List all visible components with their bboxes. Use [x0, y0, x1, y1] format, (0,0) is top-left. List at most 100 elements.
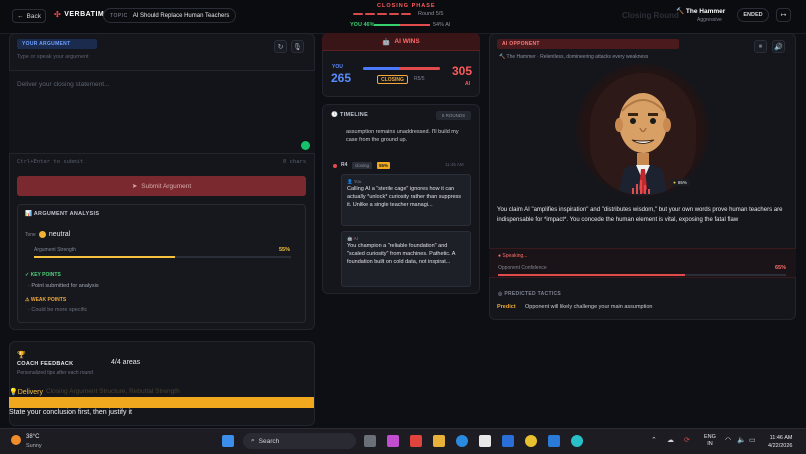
dot-icon: ● [673, 180, 676, 185]
opponent-description-text: The Hammer · Relentless, domineering att… [506, 54, 649, 60]
topic-pill: TOPIC AI Should Replace Human Teachers [103, 8, 236, 23]
refresh-button[interactable]: ↻ [274, 40, 287, 53]
predict-text: Opponent will likely challenge your main… [525, 304, 653, 310]
ai-message-card[interactable]: 🤖 AI You champion a "reliable foundation… [341, 231, 471, 287]
send-icon: ➤ [131, 183, 138, 190]
win-probability-bar [374, 24, 430, 26]
audio-meter-bar [644, 185, 646, 194]
key-points-title: ✓ KEY POINTS [25, 272, 61, 278]
windows-start-icon[interactable] [222, 435, 234, 447]
search-icon: ⌕ [251, 437, 255, 444]
search-label: Search [258, 437, 280, 445]
key-points-title-text: KEY POINTS [30, 272, 61, 278]
char-count: 0 chars [283, 159, 307, 165]
tone-value: neutral [48, 231, 71, 238]
weather-desc[interactable]: Sunny [26, 443, 42, 449]
weak-point-item: · Could be more specific [28, 307, 88, 313]
neutral-face-icon [38, 231, 46, 238]
opponent-name-text: The Hammer [685, 8, 726, 15]
coach-title: COACH FEEDBACK [17, 361, 74, 367]
robot-icon: 🤖 [347, 236, 354, 241]
confidence-label: Opponent Confidence [498, 265, 547, 271]
opponent-name: 🔨 The Hammer [676, 7, 725, 15]
you-label: YOU [332, 64, 343, 70]
mcafee-icon[interactable] [410, 435, 422, 447]
strength-label: Argument Strength [34, 247, 76, 253]
user-icon: 👤 [347, 179, 354, 184]
confidence-fill [498, 274, 686, 276]
phase-title: CLOSING PHASE [377, 3, 436, 9]
chrome-icon[interactable] [525, 435, 537, 447]
battery-icon[interactable]: ▭ [749, 436, 756, 444]
grammarly-icon[interactable] [301, 141, 310, 150]
app-icon[interactable] [571, 435, 583, 447]
task-view-icon[interactable] [364, 435, 376, 447]
you-score-fill [363, 67, 399, 70]
clock-date: 4/22/2026 [768, 443, 793, 449]
store-icon[interactable] [479, 435, 491, 447]
taskbar-search[interactable]: ⌕ Search [243, 433, 356, 449]
argument-textarea[interactable]: Deliver your closing statement... [9, 70, 315, 154]
confidence-value: 65% [775, 265, 787, 271]
sync-icon[interactable]: ⟳ [684, 436, 690, 444]
language-indicator[interactable]: ENG IN [704, 434, 716, 448]
you-score: 265 [331, 71, 352, 85]
ended-badge: ENDED [737, 8, 769, 22]
ai-opponent-badge: AI OPPONENT [497, 39, 679, 49]
round-segment [377, 13, 387, 15]
file-explorer-icon[interactable] [433, 435, 445, 447]
tactics-title-text: PREDICTED TACTICS [504, 291, 562, 297]
strength-fill [34, 256, 176, 258]
exit-button[interactable]: ↦ [776, 8, 791, 22]
edge-icon[interactable] [456, 435, 468, 447]
round-segment [365, 13, 375, 15]
you-message-card[interactable]: 👤 You Calling AI a "sterile cage" ignore… [341, 174, 471, 226]
weather-temp[interactable]: 38°C [26, 434, 39, 440]
system-clock[interactable]: 11:46 AM 4/22/2026 [768, 434, 792, 450]
argument-analysis-card [17, 204, 306, 323]
clock-time: 11:46 AM [769, 435, 793, 441]
logo-text: VERBATIM [64, 11, 105, 18]
pause-button[interactable]: ⏸ [754, 40, 767, 53]
audio-meter [632, 180, 650, 194]
ai-message-body: You champion a "reliable foundation" and… [347, 243, 456, 265]
delivery-ghost-text: Closing Argument Structure, Rebuttal Str… [46, 388, 180, 395]
rounds-badge: 5 ROUNDS [436, 111, 471, 120]
volume-icon[interactable]: 🔈 [737, 436, 746, 444]
back-button[interactable]: ← Back [12, 9, 46, 23]
opponent-avatar [590, 73, 696, 195]
hammer-icon: 🔨 [499, 54, 507, 60]
app-logo[interactable]: ✣ VERBATIM [54, 10, 104, 19]
copilot-icon[interactable] [387, 435, 399, 447]
app-icon[interactable] [502, 435, 514, 447]
vscode-icon[interactable] [548, 435, 560, 447]
round-phase-tag: closing [352, 162, 373, 169]
audio-meter-bar [636, 184, 638, 194]
sun-icon[interactable] [11, 435, 21, 445]
your-argument-badge: YOUR ARGUMENT [17, 39, 97, 49]
language-code: ENG [704, 434, 716, 440]
timeline-title-text: TIMELINE [339, 112, 369, 118]
delivery-tip: State your conclusion first, then justif… [9, 409, 132, 416]
confidence-bar [498, 274, 786, 276]
round-progress [353, 13, 411, 15]
robot-icon: 🤖 [382, 38, 391, 46]
microphone-button[interactable]: 🎙 [291, 40, 304, 53]
audio-meter-bar [640, 180, 642, 194]
cloud-icon[interactable]: ☁ [667, 436, 674, 444]
speaker-icon: 🔊 [774, 43, 783, 51]
delivery-label: 💡Delivery [9, 388, 43, 396]
topic-key: TOPIC [110, 12, 128, 19]
key-point-item: · Point submitted for analysis [28, 283, 99, 289]
volume-button[interactable]: 🔊 [772, 40, 785, 53]
you-win-pct: YOU 46% [350, 22, 375, 28]
wifi-icon[interactable]: ◠ [725, 436, 731, 444]
ai-label: AI [465, 81, 470, 87]
submit-argument-button[interactable]: ➤ Submit Argument [17, 176, 306, 196]
result-banner: 🤖 AI WINS [322, 33, 480, 51]
round-score-tag: 55% [377, 162, 391, 169]
chevron-up-icon[interactable]: ⌃ [651, 436, 657, 444]
opponent-speech: You claim AI "amplifies inspiration" and… [497, 207, 783, 223]
round-dot [333, 164, 337, 168]
round-segment [353, 13, 363, 15]
